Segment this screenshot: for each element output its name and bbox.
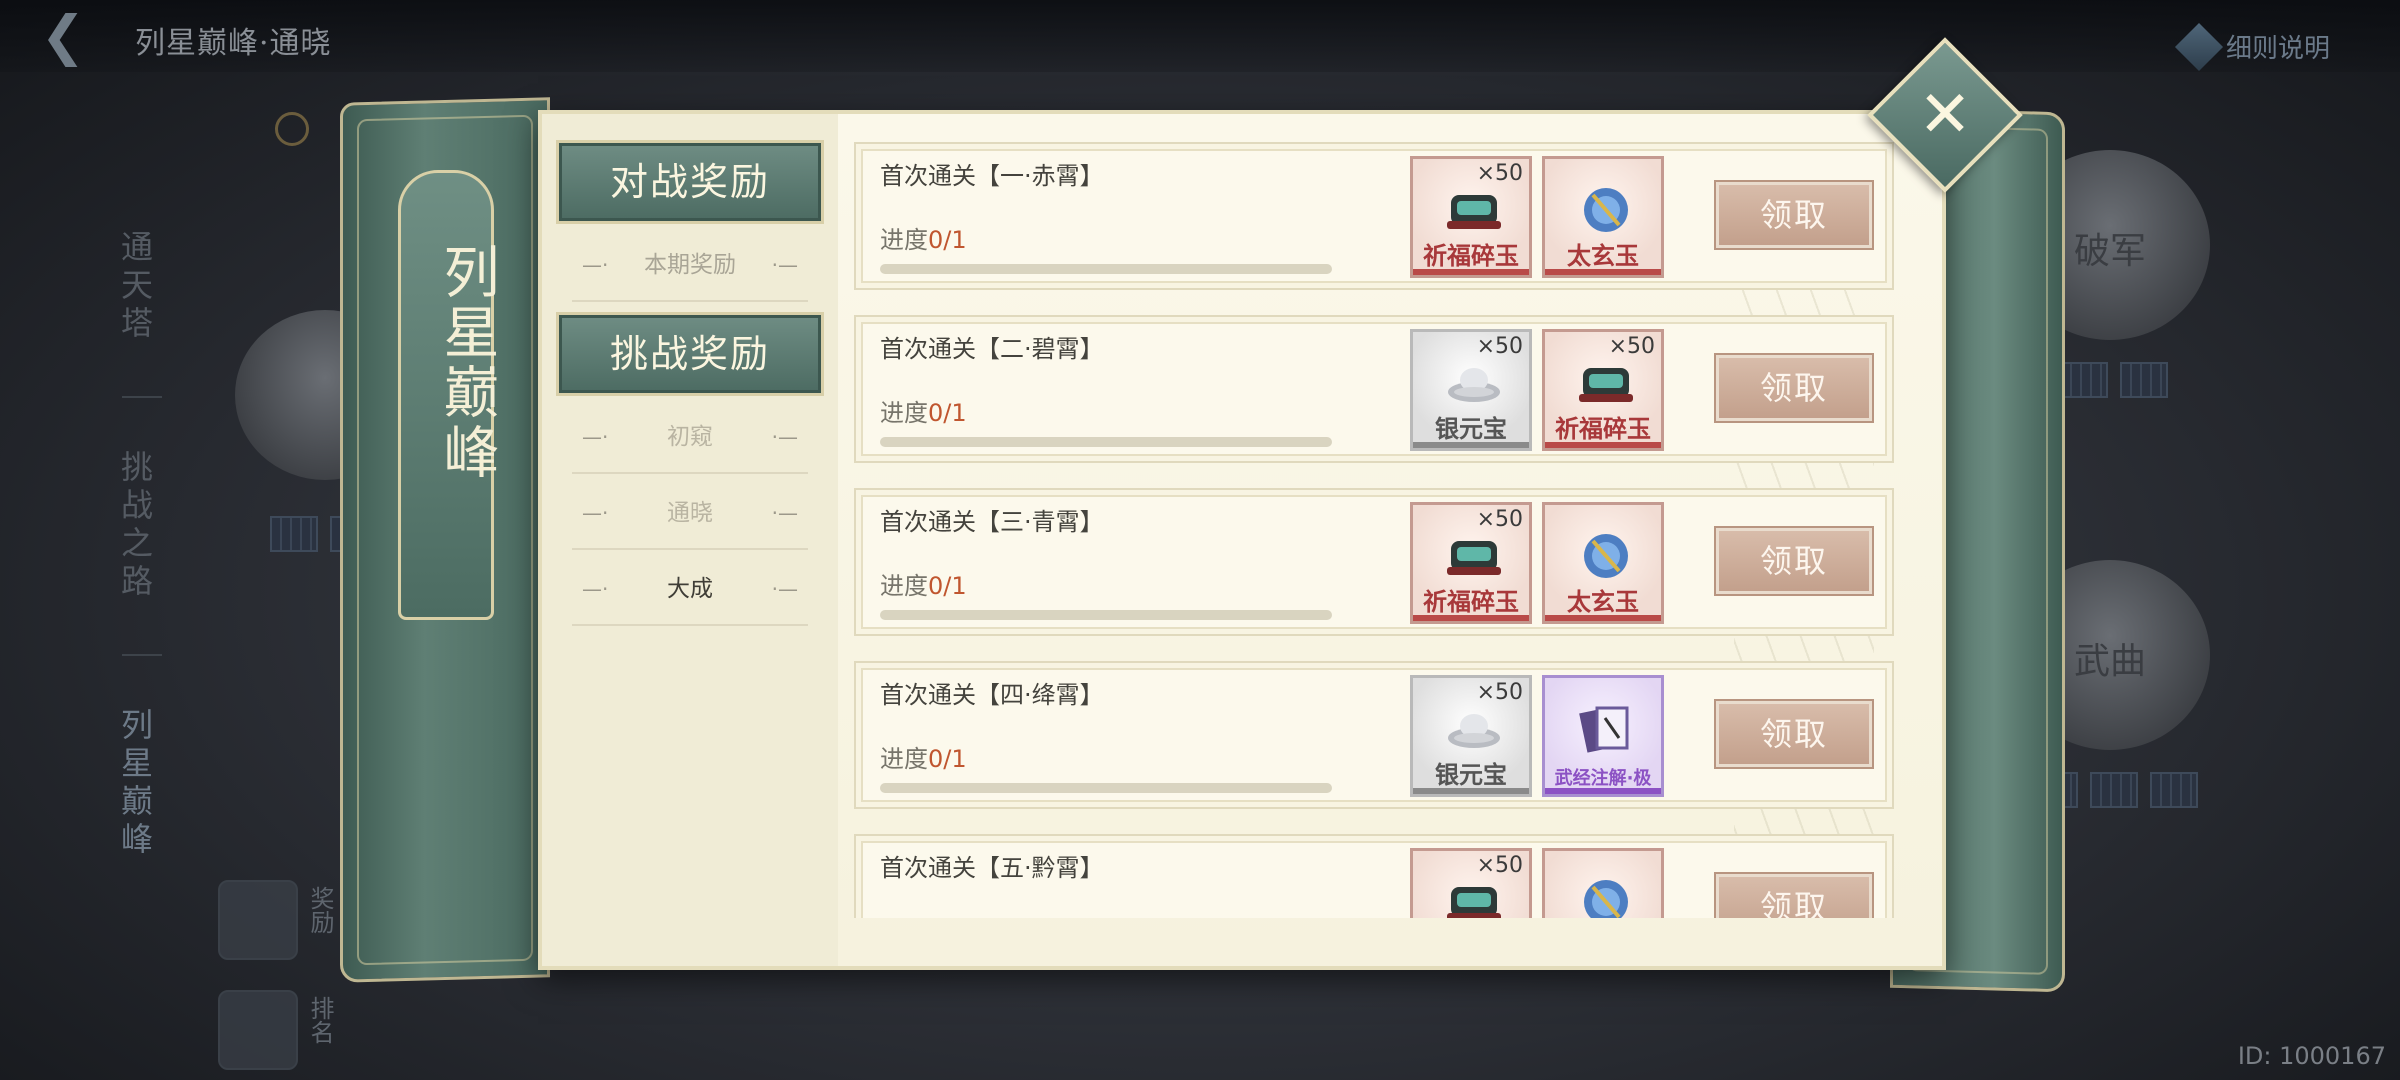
reward-item-qty: ×50 [1476,507,1523,532]
claim-button[interactable]: 领取 [1716,528,1872,594]
reward-item[interactable]: ×50 祈福碎玉 [1542,329,1664,451]
panel-title-plaque: 列星巅峰 [398,170,499,620]
rules-label: 细则说明 [2225,34,2330,64]
claim-button[interactable]: 领取 [1716,355,1872,421]
reward-row-progress: 进度0/1 [880,399,967,427]
reward-row: 首次通关【三·青霄】 进度0/1 ×50 祈福碎玉 太玄玉 领取 [854,488,1894,636]
reward-item[interactable]: ×50 祈福碎玉 [1410,502,1532,624]
progress-bar [880,783,1332,793]
reward-row-title: 首次通关【四·绛霄】 [880,681,1104,709]
reward-row: 首次通关【二·碧霄】 进度0/1 ×50 银元宝 ×50 祈福碎玉 领取 [854,315,1894,463]
top-bar [0,0,2400,72]
reward-row-progress: 进度0/1 [880,226,967,254]
side-nav-item-challenge[interactable]: 挑战之路 [112,450,158,602]
reward-item-art [1584,534,1628,578]
reward-item-name: 银元宝 [1435,761,1507,789]
close-icon: ✕ [1918,78,1972,152]
panel-title: 列星巅峰 [434,243,499,483]
reward-item[interactable]: ×50 银元宝 [1410,329,1532,451]
reward-row-title: 首次通关【一·赤霄】 [880,162,1104,190]
side-nav: 通天塔 挑战之路 列星巅峰 [112,230,172,912]
reward-item[interactable]: 太玄玉 [1542,502,1664,624]
claim-button[interactable]: 领取 [1716,182,1872,248]
reward-item-qty: ×50 [1476,334,1523,359]
side-nav-item-peak[interactable]: 列星巅峰 [112,708,158,860]
reward-item-art [1579,706,1629,753]
page-title: 列星巅峰·通晓 [135,26,332,61]
reward-item-qty: ×50 [1476,680,1523,705]
reward-item-name: 祈福碎玉 [1423,588,1519,616]
clock-icon [275,112,309,146]
claim-button[interactable]: 领取 [1716,874,1872,918]
progress-bar [880,264,1332,274]
reward-item-name: 太玄玉 [1567,242,1639,270]
reward-row-title: 首次通关【五·黔霄】 [880,854,1104,882]
tab-sub-current[interactable]: 本期奖励 [572,228,808,302]
reward-list[interactable]: 首次通关【一·赤霄】 进度0/1 ×50 祈福碎玉 太玄玉 领取 首次通关【二·碧霄】 进度0… [854,142,1914,918]
reward-item[interactable]: 太玄玉 [1542,156,1664,278]
reward-row: 首次通关【五·黔霄】进度0/1 ×50祈福碎玉太玄玉 领取 [854,834,1894,918]
reward-row-title: 首次通关【三·青霄】 [880,508,1104,536]
reward-label: 奖励 [306,886,334,934]
reward-item-art [1447,195,1501,229]
diamond-icon [2174,22,2224,71]
reward-row-progress: 进度0/1 [880,572,967,600]
claim-button[interactable]: 领取 [1716,701,1872,767]
reward-item-name: 银元宝 [1435,415,1507,443]
divider [122,654,162,656]
reward-item[interactable]: ×50 银元宝 [1410,675,1532,797]
back-arrow-icon[interactable]: ❮ [18,8,108,64]
progress-bar [880,610,1332,620]
reward-item-name: 太玄玉 [1567,588,1639,616]
reward-item-art [1579,368,1633,402]
reward-item-art [1584,188,1628,232]
reward-item-art [1584,880,1628,918]
tab-sub-dacheng[interactable]: 大成 [572,552,808,626]
player-id: ID: 1000167 [2237,1042,2386,1070]
tab-sub-tongxiao[interactable]: 通晓 [572,476,808,550]
reward-item-name: 武经注解·极 [1554,768,1652,789]
reward-item-art [1448,368,1500,402]
reward-item[interactable]: ×50 祈福碎玉 [1410,156,1532,278]
tab-challenge-rewards[interactable]: 挑战奖励 [556,312,824,396]
reward-item-name: 祈福碎玉 [1423,242,1519,270]
reward-row: 首次通关【一·赤霄】 进度0/1 ×50 祈福碎玉 太玄玉 领取 [854,142,1894,290]
reward-row: 首次通关【四·绛霄】 进度0/1 ×50 银元宝 武经注解·极 领取 [854,661,1894,809]
reward-chest-button[interactable]: 奖励 [218,880,334,960]
bg-grid-icons [2060,362,2168,398]
reward-item-qty: ×50 [1476,853,1523,878]
reward-item-art [1447,541,1501,575]
reward-panel: 对战奖励 本期奖励 挑战奖励 初窥 通晓 大成 首次通关【一·赤霄】进度0/1×… [538,110,1946,970]
reward-item[interactable]: 太玄玉 [1542,848,1664,918]
reward-item-art [1448,714,1500,748]
reward-row-progress: 进度0/1 [880,912,967,918]
reward-item[interactable]: ×50祈福碎玉 [1410,848,1532,918]
tab-sub-chukui[interactable]: 初窥 [572,400,808,474]
reward-item-art [1447,887,1501,918]
rules-button[interactable]: 细则说明 [2174,22,2330,71]
tab-battle-rewards[interactable]: 对战奖励 [556,140,824,224]
reward-item-qty: ×50 [1476,161,1523,186]
reward-item-qty: ×50 [1608,334,1655,359]
progress-bar [880,437,1332,447]
reward-row-progress: 进度0/1 [880,745,967,773]
side-nav-item-tower[interactable]: 通天塔 [112,230,158,344]
reward-row-title: 首次通关【二·碧霄】 [880,335,1104,363]
divider [122,396,162,398]
ranking-button[interactable]: 排名 [218,990,334,1070]
reward-item[interactable]: 武经注解·极 [1542,675,1664,797]
ranking-label: 排名 [306,996,334,1044]
reward-item-name: 祈福碎玉 [1555,415,1651,443]
